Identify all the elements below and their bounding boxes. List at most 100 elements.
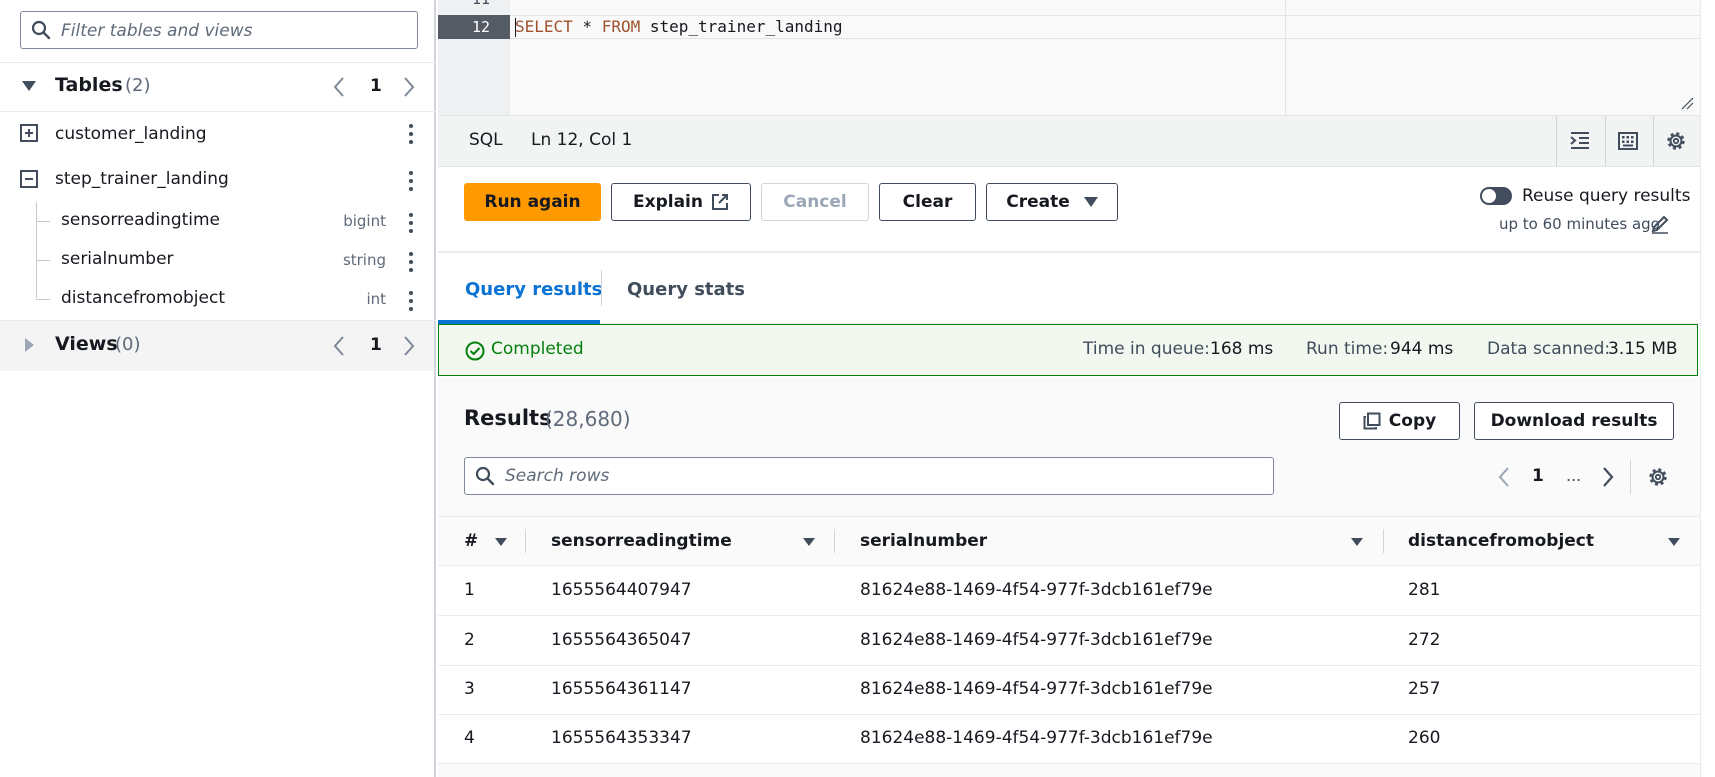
more-actions-icon[interactable]: [409, 252, 415, 276]
more-actions-icon[interactable]: [409, 291, 415, 315]
cell-serialnumber: 81624e88-1469-4f54-977f-3dcb161ef79e: [860, 728, 1213, 748]
results-page-number[interactable]: 1: [1532, 466, 1544, 486]
sql-operator: *: [572, 17, 602, 36]
column-type: int: [366, 290, 386, 308]
tree-branch: [36, 260, 50, 261]
run-again-label: Run again: [484, 192, 581, 212]
filter-placeholder: Filter tables and views: [61, 21, 253, 41]
search-icon: [31, 20, 51, 40]
column-separator[interactable]: [834, 529, 835, 553]
copy-button[interactable]: Copy: [1339, 402, 1460, 440]
reuse-results-toggle[interactable]: [1480, 187, 1512, 205]
cell-serialnumber: 81624e88-1469-4f54-977f-3dcb161ef79e: [860, 580, 1213, 600]
sort-caret-icon[interactable]: [1351, 538, 1363, 546]
views-section-header[interactable]: Views (0) 1: [0, 321, 434, 371]
table-row[interactable]: 2 1655564365047 81624e88-1469-4f54-977f-…: [438, 616, 1700, 665]
sort-caret-icon[interactable]: [803, 538, 815, 546]
chevron-left-icon[interactable]: [1497, 466, 1511, 488]
download-label: Download results: [1490, 411, 1658, 431]
column-name: sensorreadingtime: [61, 210, 221, 230]
toggle-knob: [1482, 189, 1496, 203]
create-dropdown-button[interactable]: Create: [986, 183, 1118, 221]
status-text: Completed: [491, 339, 584, 359]
table-row[interactable]: 4 1655564353347 81624e88-1469-4f54-977f-…: [438, 715, 1700, 763]
table-item-customer-landing[interactable]: customer_landing: [0, 112, 434, 156]
reuse-results-label: Reuse query results: [1522, 186, 1691, 206]
explain-label: Explain: [633, 192, 703, 212]
edit-pencil-icon[interactable]: [1650, 214, 1670, 234]
time-in-queue-value: 168 ms: [1210, 339, 1274, 359]
column-item[interactable]: distancefromobject int: [0, 280, 434, 318]
cancel-label: Cancel: [783, 192, 847, 212]
line-number: 11: [438, 0, 510, 10]
column-header-sensorreadingtime[interactable]: sensorreadingtime: [551, 531, 732, 551]
cell-distancefromobject: 260: [1408, 728, 1441, 748]
divider: [1605, 116, 1606, 166]
caret-down-icon[interactable]: [22, 80, 36, 92]
column-header-serialnumber[interactable]: serialnumber: [860, 531, 987, 551]
sort-caret-icon[interactable]: [1668, 538, 1680, 546]
search-rows-input[interactable]: Search rows: [464, 457, 1274, 495]
column-separator[interactable]: [525, 529, 526, 553]
table-name[interactable]: customer_landing: [55, 124, 207, 144]
expand-plus-icon[interactable]: [20, 124, 38, 142]
editor-status-bar: SQL Ln 12, Col 1: [438, 115, 1700, 167]
cell-distancefromobject: 281: [1408, 580, 1441, 600]
more-actions-icon[interactable]: [409, 124, 415, 148]
views-page-number[interactable]: 1: [370, 335, 382, 355]
explain-button[interactable]: Explain: [611, 183, 751, 221]
download-results-button[interactable]: Download results: [1474, 402, 1674, 440]
more-actions-icon[interactable]: [409, 171, 415, 195]
create-label: Create: [1006, 192, 1070, 212]
table-item-step-trainer-landing[interactable]: step_trainer_landing: [0, 157, 434, 201]
chevron-right-icon[interactable]: [1601, 466, 1615, 488]
more-actions-icon[interactable]: [409, 213, 415, 237]
keyboard-icon[interactable]: [1617, 130, 1639, 152]
table-name[interactable]: step_trainer_landing: [55, 169, 229, 189]
tree-branch: [36, 221, 50, 222]
tab-divider: [601, 270, 602, 306]
cell-sensorreadingtime: 1655564361147: [551, 679, 692, 699]
resize-handle-icon[interactable]: [1680, 96, 1694, 110]
table-row[interactable]: 3 1655564361147 81624e88-1469-4f54-977f-…: [438, 666, 1700, 714]
run-time-label: Run time:: [1306, 339, 1389, 359]
tables-section-header[interactable]: Tables (2) 1: [0, 62, 434, 110]
cancel-button[interactable]: Cancel: [761, 183, 869, 221]
cell-serialnumber: 81624e88-1469-4f54-977f-3dcb161ef79e: [860, 679, 1213, 699]
column-item[interactable]: serialnumber string: [0, 241, 434, 279]
column-item[interactable]: sensorreadingtime bigint: [0, 202, 434, 240]
tables-page-number[interactable]: 1: [370, 76, 382, 96]
cell-index: 3: [464, 679, 475, 699]
table-header-row: # sensorreadingtime serialnumber distanc…: [438, 517, 1700, 565]
language-label: SQL: [469, 130, 503, 150]
gear-icon[interactable]: [1664, 129, 1688, 153]
filter-tables-input[interactable]: Filter tables and views: [20, 11, 418, 49]
reuse-results-sublabel: up to 60 minutes ago: [1499, 215, 1660, 233]
chevron-right-icon[interactable]: [402, 335, 416, 357]
tab-query-results[interactable]: Query results: [465, 279, 602, 300]
scrollbar[interactable]: [1700, 0, 1715, 777]
column-separator[interactable]: [1383, 529, 1384, 553]
sidebar: Filter tables and views Tables (2) 1 cus…: [0, 0, 436, 777]
chevron-right-icon[interactable]: [402, 76, 416, 98]
chevron-left-icon[interactable]: [332, 76, 346, 98]
collapse-minus-icon[interactable]: [20, 170, 38, 188]
column-header-index[interactable]: #: [464, 531, 478, 551]
indent-icon[interactable]: [1569, 130, 1591, 152]
cell-sensorreadingtime: 1655564353347: [551, 728, 692, 748]
chevron-left-icon[interactable]: [332, 335, 346, 357]
column-header-distancefromobject[interactable]: distancefromobject: [1408, 531, 1594, 551]
tab-query-stats[interactable]: Query stats: [627, 279, 745, 300]
check-circle-icon: [465, 341, 485, 361]
run-again-button[interactable]: Run again: [464, 183, 601, 221]
clear-button[interactable]: Clear: [879, 183, 976, 221]
search-rows-placeholder: Search rows: [505, 466, 610, 486]
code-line[interactable]: SELECT * FROM step_trainer_landing: [515, 15, 843, 39]
sort-caret-icon[interactable]: [495, 538, 507, 546]
run-time-value: 944 ms: [1390, 339, 1454, 359]
tree-branch: [36, 299, 50, 300]
gear-icon[interactable]: [1646, 465, 1670, 489]
views-title: Views: [55, 333, 118, 355]
caret-right-icon[interactable]: [24, 338, 35, 352]
table-row[interactable]: 1 1655564407947 81624e88-1469-4f54-977f-…: [438, 566, 1700, 615]
